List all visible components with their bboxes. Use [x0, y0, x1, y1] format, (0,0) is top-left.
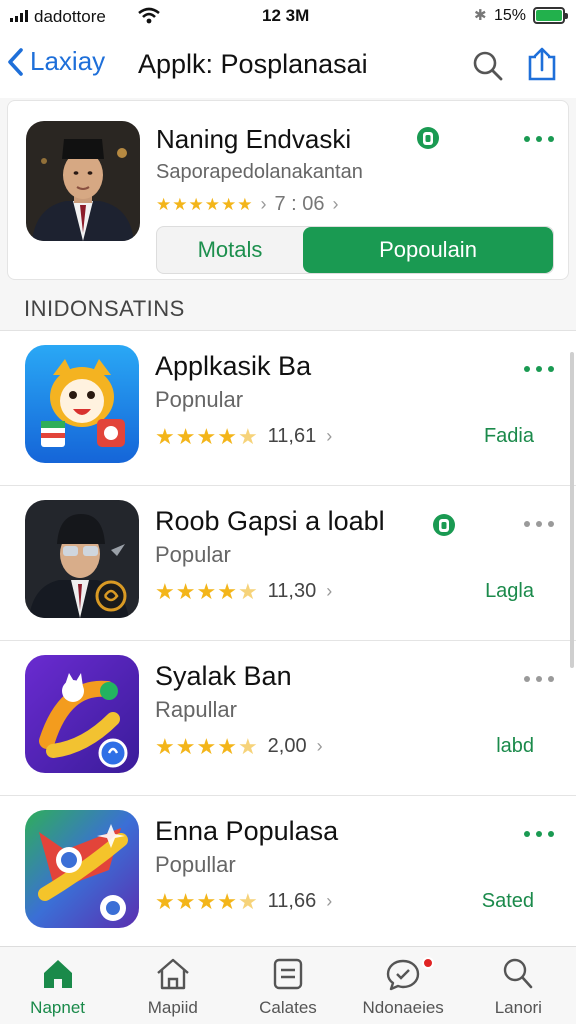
app-subtitle: Popullar	[155, 852, 236, 877]
page-title: Applk: Posplanasai	[138, 49, 368, 79]
app-list-item[interactable]: Enna Populasa Popullar ★ ★ ★ ★ ★ 11,66 › Sat…	[0, 796, 576, 951]
featured-rating-count: 7 : 06	[274, 193, 325, 215]
app-name: Enna Populasa	[155, 816, 339, 846]
tab-label: Lanori	[494, 998, 542, 1017]
featured-app-avatar	[26, 121, 140, 241]
more-options-icon[interactable]	[524, 669, 554, 689]
tab-label: Napnet	[30, 998, 85, 1017]
search-icon	[504, 958, 533, 989]
section-header: INIDONSATINS	[24, 296, 185, 321]
chevron-right-icon: ›	[326, 581, 333, 601]
star-rating-icon: ★ ★ ★ ★ ★	[155, 733, 258, 759]
app-list-item[interactable]: Roob Gapsi a loabl Popular ★ ★ ★ ★ ★ 11,30 ›…	[0, 486, 576, 641]
tab-bar: Napnet Mapiid Calates Ndonaeies Lanori	[0, 946, 576, 1024]
featured-app-subtitle: Saporapedolanakantan	[156, 161, 363, 183]
app-action-button[interactable]: Sated	[482, 890, 534, 913]
star-rating-icon: ★ ★ ★ ★ ★	[155, 578, 258, 604]
segment-motals[interactable]: Motals	[157, 227, 303, 273]
status-time: 12 3M	[262, 6, 310, 25]
rating-count: 11,66	[267, 890, 317, 912]
house-outline-icon	[156, 958, 189, 990]
app-action-button[interactable]: Fadia	[484, 425, 534, 448]
tab-label: Calates	[259, 998, 317, 1017]
tab-notifications[interactable]: Ndonaeies	[346, 947, 461, 1024]
app-action-button[interactable]: Lagla	[485, 580, 534, 603]
verified-badge-icon	[417, 127, 439, 149]
app-rating: ★ ★ ★ ★ ★ 11,61 ›	[155, 425, 332, 448]
app-name: Roob Gapsi a loabl	[155, 506, 385, 536]
chevron-right-icon: ›	[332, 194, 339, 214]
segment-popular[interactable]: Popoulain	[303, 227, 553, 273]
chevron-right-icon: ›	[326, 891, 333, 911]
app-subtitle: Popnular	[155, 387, 244, 412]
app-icon-portrait	[25, 500, 139, 618]
back-button[interactable]: Laxiay	[6, 46, 105, 77]
tab-home[interactable]: Napnet	[0, 947, 115, 1024]
featured-app-card[interactable]: Naning Endvaski Saporapedolanakantan ★ ★…	[7, 100, 569, 280]
app-icon-mascot	[25, 345, 139, 463]
tab-search[interactable]: Lanori	[461, 947, 576, 1024]
app-rating: ★ ★ ★ ★ ★ 11,66 ›	[155, 890, 332, 913]
app-subtitle: Rapullar	[155, 697, 237, 722]
featured-app-rating: ★ ★ ★ ★ ★ ★ › 7 : 06 ›	[156, 193, 339, 216]
app-action-button[interactable]: labd	[496, 735, 534, 758]
rating-count: 2,00	[267, 735, 307, 757]
navigation-bar: Laxiay Applk: Posplanasai	[0, 34, 576, 98]
back-label: Laxiay	[30, 46, 106, 76]
signal-icon	[10, 10, 28, 22]
app-name: Syalak Ban	[155, 661, 292, 691]
wifi-icon	[138, 7, 160, 24]
battery-percent: 15%	[494, 7, 527, 24]
more-options-icon[interactable]	[524, 359, 554, 379]
share-icon[interactable]	[526, 46, 558, 82]
more-options-icon[interactable]	[524, 824, 554, 844]
star-rating-icon: ★ ★ ★ ★ ★	[155, 888, 258, 914]
app-icon-browser	[25, 810, 139, 928]
chevron-right-icon: ›	[316, 736, 323, 756]
notification-badge	[421, 957, 434, 969]
tab-categories[interactable]: Calates	[230, 947, 345, 1024]
star-rating-icon: ★ ★ ★ ★ ★	[155, 423, 258, 449]
app-subtitle: Popular	[155, 542, 231, 567]
list-card-icon	[273, 958, 303, 990]
star-rating-icon: ★ ★ ★ ★ ★ ★	[156, 195, 253, 214]
tab-label: Mapiid	[147, 998, 198, 1017]
app-list-item[interactable]: Applkasik Ba Popnular ★ ★ ★ ★ ★ 11,61 › Fadi…	[0, 331, 576, 486]
battery-icon	[533, 7, 568, 24]
chevron-right-icon: ›	[260, 194, 267, 214]
app-list: Applkasik Ba Popnular ★ ★ ★ ★ ★ 11,61 › Fadi…	[0, 331, 576, 951]
status-bar: dadottore 12 3M ✱ 15%	[0, 0, 576, 34]
app-name: Applkasik Ba	[155, 351, 312, 381]
verified-badge-icon	[433, 514, 455, 536]
bluetooth-icon: ✱	[474, 7, 487, 24]
chevron-left-icon	[8, 47, 23, 76]
search-icon[interactable]	[472, 50, 504, 82]
app-icon-swirl	[25, 655, 139, 773]
featured-app-name: Naning Endvaski	[156, 124, 352, 154]
more-options-icon[interactable]	[524, 129, 554, 149]
rating-count: 11,61	[267, 425, 317, 447]
tab-map[interactable]: Mapiid	[115, 947, 230, 1024]
scroll-indicator[interactable]	[570, 352, 574, 668]
tab-label: Ndonaeies	[362, 998, 444, 1017]
app-rating: ★ ★ ★ ★ ★ 2,00 ›	[155, 735, 323, 758]
app-rating: ★ ★ ★ ★ ★ 11,30 ›	[155, 580, 332, 603]
app-list-item[interactable]: Syalak Ban Rapullar ★ ★ ★ ★ ★ 2,00 › labd	[0, 641, 576, 796]
carrier-label: dadottore	[34, 7, 106, 26]
chat-bubble-icon	[386, 959, 420, 991]
rating-count: 11,30	[267, 580, 317, 602]
segmented-control: Motals Popoulain	[156, 226, 554, 274]
more-options-icon[interactable]	[524, 514, 554, 534]
chevron-right-icon: ›	[326, 426, 333, 446]
home-icon	[43, 960, 72, 988]
